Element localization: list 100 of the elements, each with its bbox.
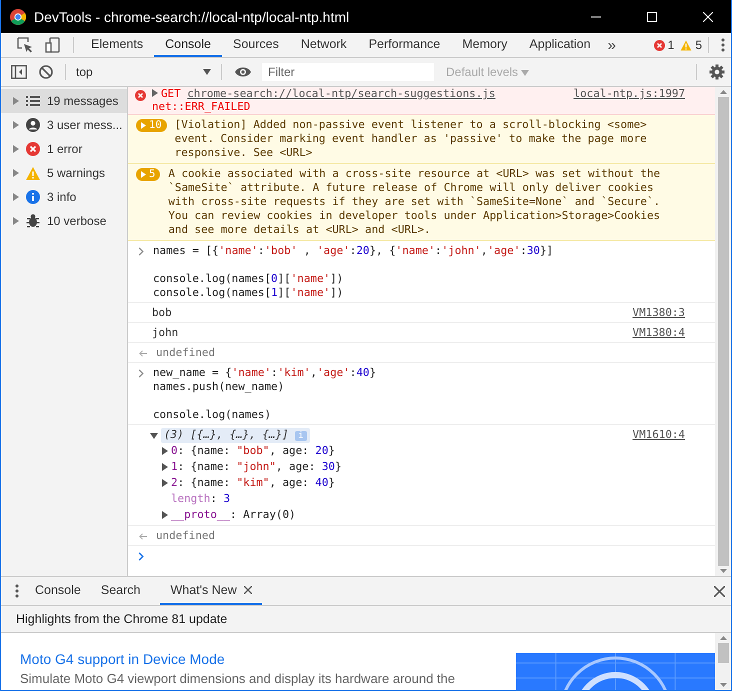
expand-arrow-icon[interactable] [13, 169, 19, 177]
more-menu-icon[interactable] [721, 38, 725, 52]
log-output: bob [152, 306, 173, 320]
result-output: undefined [156, 529, 216, 543]
panel-tab[interactable]: Application [518, 33, 602, 57]
close-icon[interactable] [244, 586, 252, 594]
expand-arrow-icon[interactable] [13, 217, 19, 225]
clear-icon[interactable] [39, 65, 53, 79]
scrollbar-thumb[interactable] [718, 97, 728, 566]
collapse-arrow-icon[interactable] [150, 432, 158, 440]
panel-tab[interactable]: Performance [358, 33, 452, 57]
expand-arrow-icon[interactable] [162, 479, 168, 487]
info-icon [26, 190, 40, 204]
error-icon [654, 40, 665, 50]
filter-label: 19 messages [47, 94, 118, 108]
filter-field[interactable]: Filter [262, 63, 434, 81]
property-line: length: 3 [171, 491, 230, 507]
result-output: undefined [156, 346, 216, 360]
input-prompt-icon[interactable] [138, 552, 144, 561]
eye-icon[interactable] [234, 66, 252, 78]
expand-arrow-icon[interactable] [152, 89, 158, 97]
article-link[interactable]: Moto G4 support in Device Mode [20, 651, 516, 667]
user-icon [26, 118, 40, 132]
warning-message: [Violation] Added non-passive event listener to a scroll-blocking <some> event. Consider marking event handler as 'passive' to make the page more responsive. See <URL> [174, 118, 648, 160]
error-count: 1 [668, 38, 674, 52]
drawer-tab[interactable]: Console [25, 577, 91, 605]
list-icon [26, 95, 40, 107]
result-arrow-icon [138, 349, 147, 358]
circle-logo-icon [10, 8, 26, 24]
article-description: Simulate Moto G4 viewport dimensions and display its hardware around the [20, 671, 456, 686]
expand-arrow-icon[interactable] [162, 463, 168, 471]
code-line: new_name = {'name':'kim','age':40} [153, 366, 377, 380]
drawer-tab[interactable]: Search [90, 577, 150, 605]
expand-arrow-icon[interactable] [162, 511, 168, 519]
request-url-link[interactable]: chrome-search://local-ntp/search-suggestions.js [187, 87, 496, 100]
inspect-cursor-icon[interactable] [17, 37, 33, 53]
scroll-down-icon[interactable] [720, 683, 726, 687]
result-arrow-icon [138, 532, 147, 541]
sidebar-item[interactable]: 1 error [1, 137, 127, 161]
code-line: console.log(names[0]['name']) [153, 272, 344, 286]
property-line: __proto__: Array(0) [171, 507, 296, 523]
scrollbar-thumb[interactable] [718, 643, 728, 663]
property-line: 2: {name: "kim", age: 40} [171, 475, 335, 491]
object-summary[interactable]: (3) [{…}, {…}, {…}] i [161, 428, 310, 443]
close-icon[interactable] [714, 586, 725, 596]
warning-message: A cookie associated with a cross-site resource at <URL> was set without the `SameSite` attribute. A future release of Chrome will only deliver cookies with cross-site requests if they are set with `SameSite=None` and `Secure`. You can review cookies in developer tools under Application>Storage>Cookies and see more details at <URL> and <URL>. [168, 167, 662, 237]
error-icon [135, 90, 146, 101]
code-line: names.push(new_name) [153, 380, 286, 394]
device-icon[interactable] [45, 37, 61, 53]
more-tabs-button[interactable]: » [602, 36, 622, 54]
log-output: john [152, 326, 180, 340]
panel-tab[interactable]: Sources [222, 33, 290, 57]
property-line: 1: {name: "john", age: 30} [171, 459, 342, 475]
info-badge: i [295, 431, 307, 441]
maximize-icon[interactable] [647, 12, 657, 22]
drawer-header: Highlights from the Chrome 81 update [1, 606, 731, 633]
scrollbar[interactable] [715, 633, 731, 690]
window-title: DevTools - chrome-search://local-ntp/local-ntp.html [34, 8, 350, 24]
scroll-up-icon[interactable] [720, 636, 726, 640]
code-line: console.log(names) [153, 408, 272, 422]
scrollbar[interactable] [715, 87, 731, 576]
filter-label: 10 verbose [47, 214, 106, 228]
source-link[interactable]: VM1380:4 [632, 326, 685, 340]
input-prompt-icon [138, 369, 144, 378]
input-prompt-icon [138, 247, 144, 256]
source-link[interactable]: VM1380:3 [632, 306, 685, 320]
context-dropdown[interactable]: top [72, 65, 215, 79]
property-line: 0: {name: "bob", age: 20} [171, 443, 335, 459]
scroll-down-icon[interactable] [720, 569, 726, 573]
expand-arrow-icon[interactable] [13, 145, 19, 153]
sidebar-item[interactable]: 3 user mess... [1, 113, 127, 137]
expand-arrow-icon[interactable] [162, 447, 168, 455]
filter-label: 3 info [47, 190, 76, 204]
more-menu-icon[interactable] [15, 584, 19, 598]
settings-icon[interactable] [709, 64, 725, 80]
warning-icon [26, 166, 40, 180]
sidebar-item[interactable]: 3 info [1, 185, 127, 209]
source-link[interactable]: local-ntp.js:1997 [574, 88, 685, 100]
source-link[interactable]: VM1610:4 [632, 428, 685, 442]
sidebar-item[interactable]: 10 verbose [1, 209, 127, 233]
expand-arrow-icon[interactable] [13, 121, 19, 129]
panel-tab[interactable]: Network [290, 33, 358, 57]
sidebar-item[interactable]: 5 warnings [1, 161, 127, 185]
request-method: GET [161, 87, 181, 100]
error-icon [26, 142, 40, 156]
panel-tab[interactable]: Elements [80, 33, 154, 57]
scroll-up-icon[interactable] [720, 90, 726, 94]
caret-icon [203, 69, 211, 75]
caret-icon [521, 70, 530, 76]
code-line: console.log(names[1]['name']) [153, 286, 344, 300]
filter-label: 5 warnings [47, 166, 106, 180]
warning-icon [680, 40, 692, 50]
filter-label: 1 error [47, 142, 82, 156]
warning-count: 5 [695, 38, 702, 52]
panel-tab[interactable]: Memory [451, 33, 518, 57]
sidebar-item[interactable]: 19 messages [1, 89, 127, 113]
sidebar-toggle-icon[interactable] [11, 65, 27, 79]
bug-icon [26, 214, 40, 228]
error-message: net::ERR_FAILED [152, 100, 252, 113]
expand-arrow-icon[interactable] [13, 193, 19, 201]
